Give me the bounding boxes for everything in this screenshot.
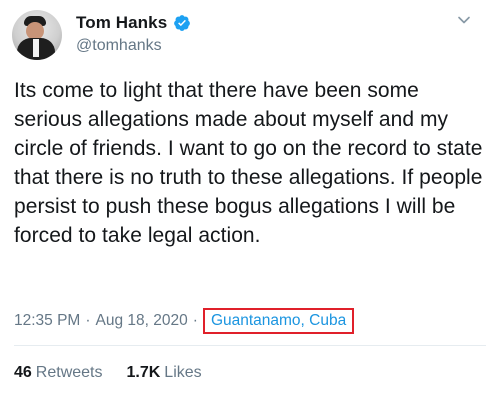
author-handle[interactable]: @tomhanks bbox=[76, 37, 162, 55]
likes-stat[interactable]: 1.7K Likes bbox=[127, 364, 202, 382]
tweet-time[interactable]: 12:35 PM bbox=[14, 312, 80, 330]
meta-separator: · bbox=[85, 312, 91, 329]
location-link[interactable]: Guantanamo, Cuba bbox=[202, 308, 355, 334]
verified-badge-icon bbox=[174, 15, 191, 31]
retweets-label: Retweets bbox=[35, 364, 103, 381]
tweet-text: Its come to light that there have been s… bbox=[14, 79, 489, 247]
likes-label: Likes bbox=[164, 364, 202, 381]
tweet-meta: 12:35 PM · Aug 18, 2020 · Guantanamo, Cu… bbox=[14, 308, 355, 334]
tweet-stats: 46 Retweets 1.7K Likes bbox=[14, 364, 226, 382]
likes-count: 1.7K bbox=[126, 364, 161, 381]
author-name-row[interactable]: Tom Hanks bbox=[76, 12, 191, 34]
chevron-down-icon[interactable] bbox=[454, 10, 474, 30]
avatar-shirt bbox=[33, 39, 39, 57]
tweet-date[interactable]: Aug 18, 2020 bbox=[96, 312, 188, 330]
divider bbox=[14, 345, 486, 346]
avatar[interactable] bbox=[12, 10, 62, 60]
meta-separator-2: · bbox=[192, 312, 198, 329]
retweets-count: 46 bbox=[14, 364, 32, 381]
author-display-name[interactable]: Tom Hanks bbox=[76, 13, 167, 33]
retweets-stat[interactable]: 46 Retweets bbox=[14, 364, 103, 382]
tweet-card: Tom Hanks @tomhanks Its come to light th… bbox=[0, 0, 500, 400]
